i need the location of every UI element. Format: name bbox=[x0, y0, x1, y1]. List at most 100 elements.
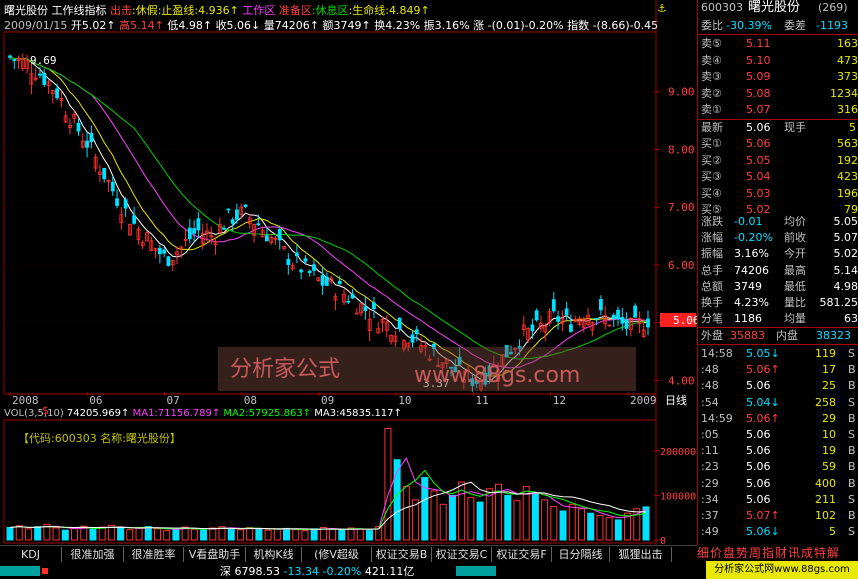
sell-label: 卖① bbox=[701, 103, 722, 116]
tick-price: 5.06 bbox=[746, 379, 771, 393]
sell-price: 5.07 bbox=[746, 103, 771, 116]
candle-body bbox=[42, 72, 47, 85]
candle-body bbox=[286, 259, 291, 266]
stat-label-2: 最低 bbox=[784, 279, 806, 293]
quote-panel-tabs[interactable]: 细价盘势周指财讯成特解 bbox=[697, 545, 858, 562]
buy-price: 5.03 bbox=[746, 186, 771, 200]
site-banner[interactable]: 分析家公式网www.88gs.com bbox=[706, 561, 858, 579]
work-zone-label: 工作区 bbox=[242, 4, 276, 17]
tick-price: 5.04↓ bbox=[746, 395, 780, 409]
stat-value: 4.23% bbox=[734, 296, 769, 309]
tab-8[interactable]: 权证交易F bbox=[492, 547, 552, 562]
tick-price: 5.07↑ bbox=[746, 509, 780, 522]
tab-6[interactable]: 权证交易B bbox=[372, 547, 432, 562]
volume-bar bbox=[448, 494, 456, 541]
tick-side: B bbox=[848, 411, 856, 425]
tick-row: :34 5.06 211 S bbox=[698, 492, 858, 508]
tab-7[interactable]: 权证交易C bbox=[432, 547, 492, 562]
stock-info: 【代码:600303 名称:曙光股份】 bbox=[18, 432, 181, 445]
lock-icon[interactable]: ⚓ bbox=[658, 1, 666, 16]
tab-2[interactable]: 很准胜率 bbox=[124, 547, 184, 562]
sell-volume: 163 bbox=[837, 37, 858, 50]
volume-bar bbox=[227, 527, 235, 541]
x-tick-label: 06 bbox=[89, 394, 102, 407]
candle-body bbox=[530, 324, 535, 332]
tick-side: S bbox=[848, 525, 855, 539]
tick-side: B bbox=[848, 460, 856, 474]
volume-bar bbox=[255, 528, 263, 541]
tab-5[interactable]: (修V超级MACD) bbox=[302, 547, 372, 576]
tick-row: :48 5.06↑ 17 B bbox=[698, 362, 858, 378]
tick-time: :11 bbox=[701, 444, 719, 458]
tick-row: :48 5.06 25 B bbox=[698, 378, 858, 394]
tick-side: B bbox=[848, 379, 856, 393]
candle-body bbox=[115, 198, 119, 206]
price-tick-label: 6.00 bbox=[668, 259, 695, 272]
vacation-label: :休假:止盈线:4.936↑ bbox=[132, 4, 239, 17]
hand-label: 现手 bbox=[784, 121, 806, 134]
inner-label: 内盘 bbox=[776, 329, 798, 342]
volume-bar bbox=[283, 527, 291, 541]
tick-price: 5.06 bbox=[746, 428, 771, 441]
candle-body bbox=[598, 299, 603, 311]
candle-body bbox=[243, 204, 248, 207]
buy-price: 5.04 bbox=[746, 170, 771, 183]
buy-volume: 192 bbox=[837, 153, 858, 167]
candle-body bbox=[85, 140, 89, 148]
vol-tick-label: 100000 bbox=[660, 491, 696, 502]
tab-1[interactable]: 很准加强 bbox=[62, 547, 124, 562]
tick-volume: 119 bbox=[815, 347, 836, 360]
stat-label: 涨跌 bbox=[701, 215, 723, 228]
ohlc-index: 指数 -(8.66)-0.45 bbox=[567, 19, 659, 32]
market-pct: -0.20% bbox=[322, 565, 362, 578]
buy-volume: 423 bbox=[837, 170, 858, 183]
buy-label: 买② bbox=[701, 153, 722, 167]
tab-10[interactable]: 狐狸出击 bbox=[610, 547, 672, 562]
volume-bar bbox=[310, 528, 318, 541]
tick-volume: 400 bbox=[815, 476, 836, 490]
candle-body bbox=[102, 167, 107, 180]
tick-volume: 5 bbox=[829, 525, 836, 539]
candle-body bbox=[166, 256, 171, 267]
buy-label: 买① bbox=[701, 137, 722, 150]
candle-body bbox=[337, 280, 342, 285]
stat-label: 总额 bbox=[701, 279, 723, 293]
x-tick-label: 2008 bbox=[12, 394, 39, 407]
candle-body bbox=[76, 122, 81, 132]
price-chart[interactable]: 9.008.007.006.005.004.00 200806070809101… bbox=[0, 0, 697, 545]
stat-value-2: 5.14 bbox=[833, 263, 858, 277]
sell-label: 卖② bbox=[701, 86, 722, 100]
quote-name: 曙光股份 bbox=[748, 0, 801, 15]
axis-period-label[interactable]: 日线 bbox=[665, 393, 687, 407]
last-value: 5.06 bbox=[746, 121, 771, 134]
sell-price: 5.09 bbox=[746, 70, 771, 83]
candle-body bbox=[8, 55, 12, 58]
buy-label: 买④ bbox=[701, 186, 722, 200]
x-tick-label: 07 bbox=[167, 394, 180, 407]
tab-4[interactable]: 机构K线 bbox=[246, 547, 302, 562]
candle-body bbox=[624, 319, 629, 329]
sell-label: 卖④ bbox=[701, 53, 722, 67]
buy-row: 买② 5.05 192 bbox=[698, 153, 858, 169]
tick-row: 14:58 5.05↓ 119 S bbox=[698, 346, 858, 362]
weibi-row: 委比 -30.39% 委差 -1193 bbox=[698, 18, 858, 35]
candle-body bbox=[222, 227, 226, 230]
sell-price: 5.10 bbox=[746, 53, 771, 67]
inner-value: 38323 bbox=[816, 329, 851, 342]
volume-bar bbox=[61, 529, 69, 541]
candle-body bbox=[324, 276, 329, 286]
price-tick-label: 4.00 bbox=[668, 374, 695, 387]
ohlc-amplitude: 振3.16% bbox=[423, 19, 470, 32]
candle-body bbox=[235, 209, 239, 220]
last-label: 最新 bbox=[701, 121, 723, 134]
life-line-label: :生命线:4.849↑ bbox=[348, 4, 430, 17]
stat-value-2: 5.02 bbox=[833, 247, 858, 261]
candle-body bbox=[551, 299, 556, 312]
volume-bar bbox=[144, 526, 152, 541]
tab-0[interactable]: KDJ bbox=[0, 547, 62, 562]
tab-3[interactable]: V看盘助手 bbox=[184, 547, 246, 562]
candle-body bbox=[89, 132, 94, 143]
buy-label: 买③ bbox=[701, 170, 722, 183]
stat-value: 1186 bbox=[734, 312, 762, 326]
tab-9[interactable]: 日分隔线 bbox=[552, 547, 610, 562]
